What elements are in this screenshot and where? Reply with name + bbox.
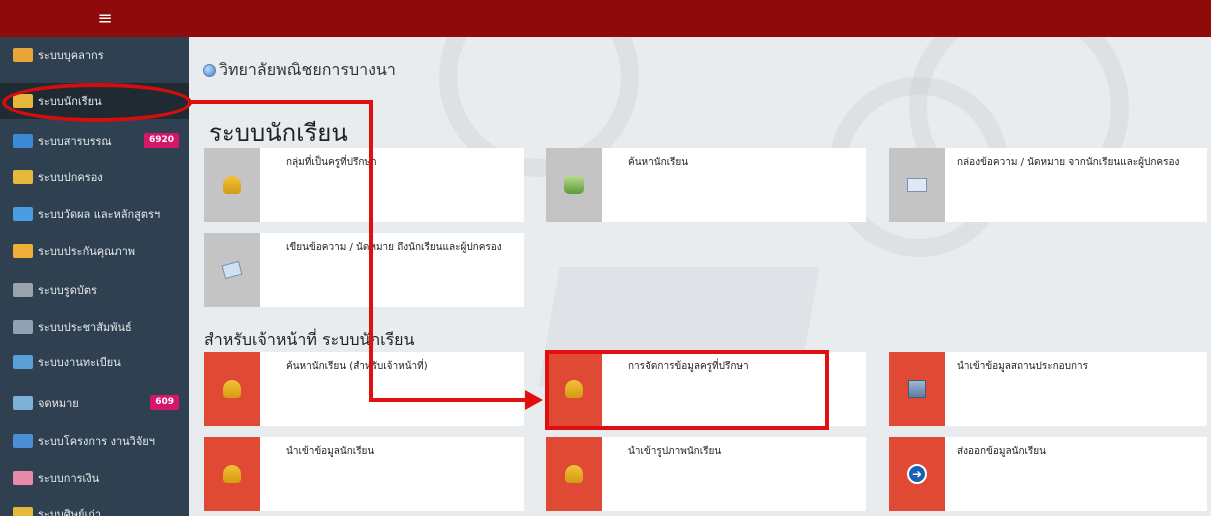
card-import-company[interactable]: นำเข้าข้อมูลสถานประกอบการ <box>889 352 1207 426</box>
main-content: วิทยาลัยพณิชยการบางนา ระบบนักเรียน กลุ่ม… <box>189 37 1211 516</box>
staff-search-icon <box>223 380 241 398</box>
card-label: เขียนข้อความ / นัดหมาย ถึงนักเรียนและผู้… <box>286 242 502 253</box>
sidebar-item-quality[interactable]: ระบบประกันคุณภาพ <box>0 233 189 269</box>
sidebar-item-label: ระบบประชาสัมพันธ์ <box>38 321 132 334</box>
people-icon <box>13 48 33 62</box>
sidebar-item-label: ระบบปกครอง <box>38 171 103 184</box>
sidebar-item-card-swipe[interactable]: ระบบรูดบัตร <box>0 272 189 308</box>
advisor-group-icon <box>223 176 241 194</box>
card-export-student[interactable]: ➜ ส่งออกข้อมูลนักเรียน <box>889 437 1207 511</box>
sidebar-item-project[interactable]: ระบบโครงการ งานวิจัยฯ <box>0 423 189 459</box>
calendar-icon <box>13 283 33 297</box>
document-icon <box>13 320 33 334</box>
card-label: กลุ่มที่เป็นครูที่ปรึกษา <box>286 157 377 168</box>
register-icon <box>13 355 33 369</box>
sidebar-item-public-relations[interactable]: ระบบประชาสัมพันธ์ <box>0 309 189 345</box>
college-header: วิทยาลัยพณิชยการบางนา <box>203 58 396 83</box>
card-icon-tile <box>546 148 602 222</box>
card-inbox[interactable]: กล่องข้อความ / นัดหมาย จากนักเรียนและผู้… <box>889 148 1207 222</box>
annotation-highlight-box <box>545 350 829 430</box>
letter-icon <box>13 396 33 410</box>
card-advisor-group[interactable]: กลุ่มที่เป็นครูที่ปรึกษา <box>204 148 524 222</box>
compose-icon <box>221 260 243 280</box>
card-label: ค้นหานักเรียน <box>628 157 689 168</box>
annotation-ellipse <box>2 83 192 122</box>
notification-badge: 609 <box>150 395 179 410</box>
sidebar-item-letter[interactable]: จดหมาย 609 <box>0 385 189 421</box>
staff-section-title: สำหรับเจ้าหน้าที่ ระบบนักเรียน <box>204 330 415 349</box>
sidebar-item-finance[interactable]: ระบบการเงิน <box>0 460 189 496</box>
sidebar-item-label: ระบบโครงการ งานวิจัยฯ <box>38 435 155 448</box>
card-icon-tile <box>204 233 260 307</box>
sidebar-item-label: ระบบสารบรรณ <box>38 135 112 148</box>
sidebar-item-label: ระบบประกันคุณภาพ <box>38 245 136 258</box>
project-icon <box>13 434 33 448</box>
export-arrow-icon: ➜ <box>907 464 927 484</box>
card-staff-search[interactable]: ค้นหานักเรียน (สำหรับเจ้าหน้าที่) <box>204 352 524 426</box>
card-label: ส่งออกข้อมูลนักเรียน <box>957 446 1046 457</box>
card-icon-tile <box>204 437 260 511</box>
finance-icon <box>13 471 33 485</box>
sidebar-item-personnel[interactable]: ระบบบุคลากร <box>0 37 189 73</box>
card-label: ค้นหานักเรียน (สำหรับเจ้าหน้าที่) <box>286 361 428 372</box>
card-icon-tile <box>204 352 260 426</box>
sidebar-item-label: ระบบการเงิน <box>38 472 100 485</box>
alumni-icon <box>13 507 33 516</box>
annotation-line <box>369 100 373 402</box>
card-label: นำเข้าข้อมูลนักเรียน <box>286 446 375 457</box>
sidebar-item-label: ระบบวัดผล และหลักสูตรฯ <box>38 208 161 221</box>
thumb-icon <box>13 244 33 258</box>
card-label: นำเข้าข้อมูลสถานประกอบการ <box>957 361 1089 372</box>
guardian-icon <box>13 170 33 184</box>
hamburger-menu-icon[interactable]: ≡ <box>90 5 120 33</box>
card-icon-tile <box>889 352 945 426</box>
annotation-line <box>369 398 529 402</box>
card-icon-tile: ➜ <box>889 437 945 511</box>
sidebar-item-guardian[interactable]: ระบบปกครอง <box>0 159 189 195</box>
sidebar-item-label: ระบบรูดบัตร <box>38 284 97 297</box>
sidebar-item-label: ระบบศิษย์เก่า <box>38 508 102 516</box>
inbox-icon <box>907 178 927 192</box>
card-label: นำเข้ารูปภาพนักเรียน <box>628 446 722 457</box>
card-search-student[interactable]: ค้นหานักเรียน <box>546 148 866 222</box>
import-photo-icon <box>565 465 583 483</box>
sidebar-item-label: ระบบงานทะเบียน <box>38 356 121 369</box>
card-import-photo[interactable]: นำเข้ารูปภาพนักเรียน <box>546 437 866 511</box>
chart-icon <box>13 207 33 221</box>
sidebar-item-registration[interactable]: ระบบงานทะเบียน <box>0 344 189 380</box>
sidebar-item-alumni[interactable]: ระบบศิษย์เก่า <box>0 496 189 516</box>
section-title: ระบบนักเรียน <box>209 119 348 147</box>
annotation-line <box>190 100 373 104</box>
card-icon-tile <box>546 437 602 511</box>
sidebar-item-label: ระบบบุคลากร <box>38 49 104 62</box>
notification-badge: 6920 <box>143 133 179 148</box>
sidebar-item-label: จดหมาย <box>38 397 79 410</box>
card-label: กล่องข้อความ / นัดหมาย จากนักเรียนและผู้… <box>957 157 1180 168</box>
mail-icon <box>13 134 33 148</box>
top-bar: ≡ <box>0 0 1211 37</box>
import-student-icon <box>223 465 241 483</box>
annotation-arrowhead <box>525 390 543 410</box>
card-icon-tile <box>889 148 945 222</box>
card-icon-tile <box>204 148 260 222</box>
college-name: วิทยาลัยพณิชยการบางนา <box>219 60 396 79</box>
import-company-icon <box>908 380 926 398</box>
sidebar-item-evaluation[interactable]: ระบบวัดผล และหลักสูตรฯ <box>0 196 189 232</box>
sidebar-item-correspondence[interactable]: ระบบสารบรรณ 6920 <box>0 123 189 159</box>
search-student-icon <box>564 176 584 194</box>
card-compose[interactable]: เขียนข้อความ / นัดหมาย ถึงนักเรียนและผู้… <box>204 233 524 307</box>
card-import-student[interactable]: นำเข้าข้อมูลนักเรียน <box>204 437 524 511</box>
globe-icon <box>203 64 216 77</box>
